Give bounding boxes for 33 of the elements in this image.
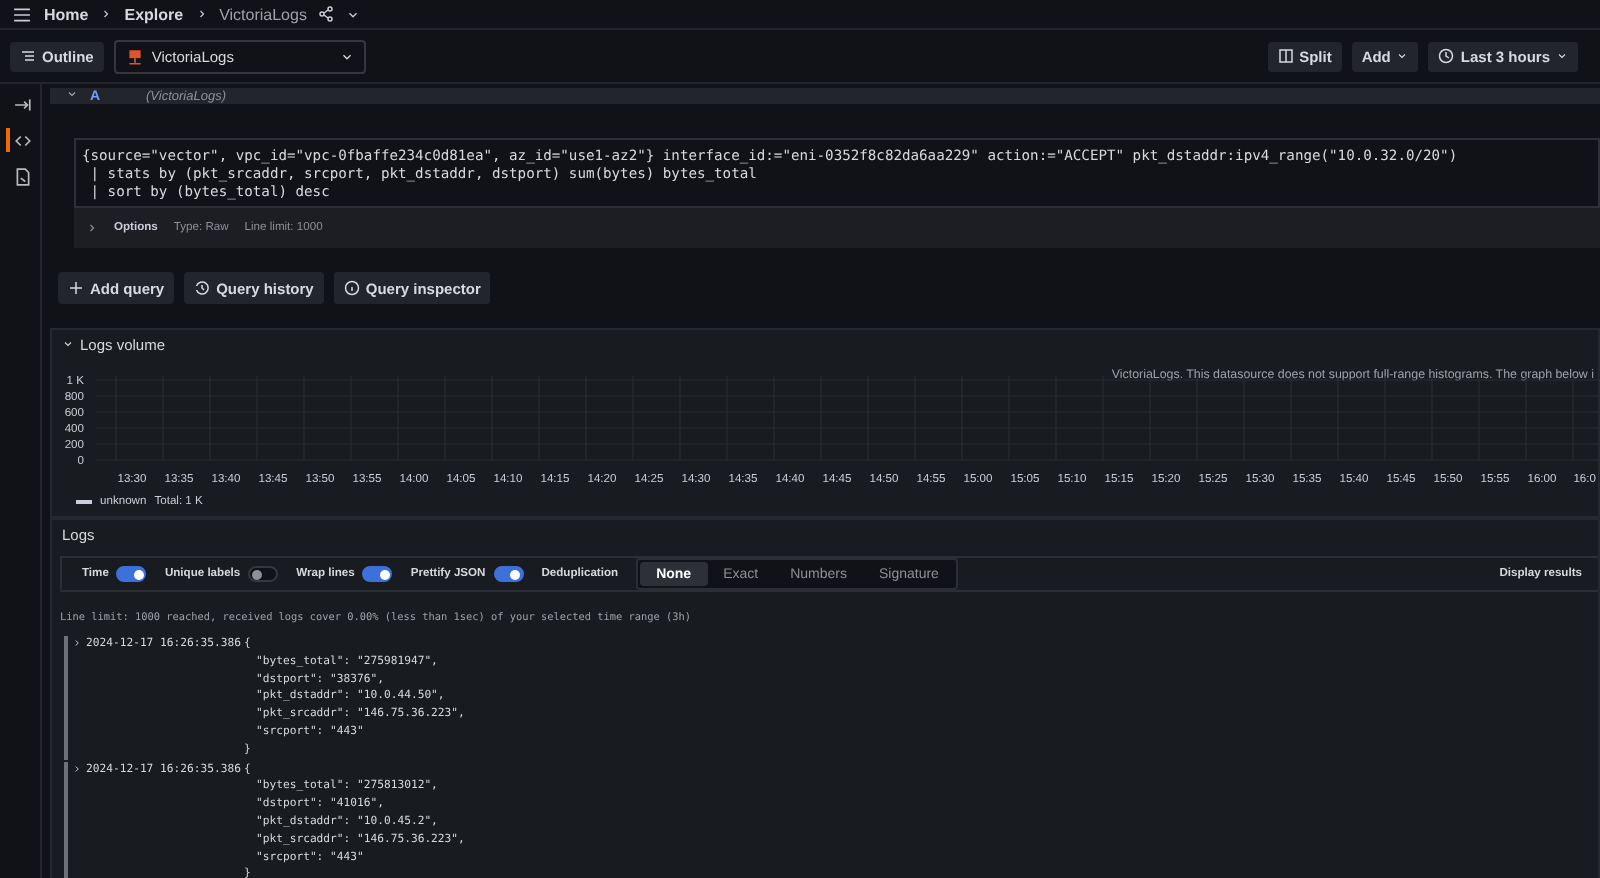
chevron-right-icon — [195, 8, 208, 20]
menu-icon — [12, 5, 32, 23]
breadcrumb-link[interactable]: Explore — [124, 5, 184, 23]
chevron-right-icon — [72, 761, 82, 776]
chevron-down-icon — [1396, 50, 1409, 62]
clock-icon — [1438, 48, 1455, 64]
datasource-icon — [125, 47, 144, 65]
query-editor[interactable] — [74, 138, 1600, 208]
chevron-right-icon — [100, 8, 113, 20]
share-icon — [318, 6, 335, 22]
toggle-switch[interactable] — [248, 566, 279, 582]
chevron-down-icon — [339, 49, 354, 63]
chevron-down-icon — [1556, 50, 1568, 62]
breadcrumb-link[interactable]: Home — [44, 5, 89, 23]
history-icon — [194, 280, 211, 296]
arrow-to-line-icon — [13, 95, 31, 113]
toggle-switch[interactable] — [493, 566, 524, 582]
chevron-down-icon — [62, 338, 74, 350]
plus-icon — [68, 280, 84, 296]
breadcrumb-link[interactable]: VictoriaLogs — [219, 5, 307, 23]
list-icon — [20, 48, 36, 64]
chevron-right-icon — [72, 636, 82, 650]
toggle-switch[interactable] — [362, 566, 393, 582]
info-circle-icon — [343, 280, 360, 296]
columns-icon — [1277, 48, 1294, 64]
chevron-down-icon — [66, 88, 78, 100]
document-icon — [13, 167, 31, 185]
chevron-down-icon — [346, 7, 361, 21]
rail-button[interactable] — [6, 128, 34, 152]
code-icon — [13, 131, 31, 149]
collapse-chevron-icon[interactable] — [62, 338, 74, 350]
chevron-right-icon — [86, 222, 98, 234]
toggle-switch[interactable] — [116, 566, 147, 582]
